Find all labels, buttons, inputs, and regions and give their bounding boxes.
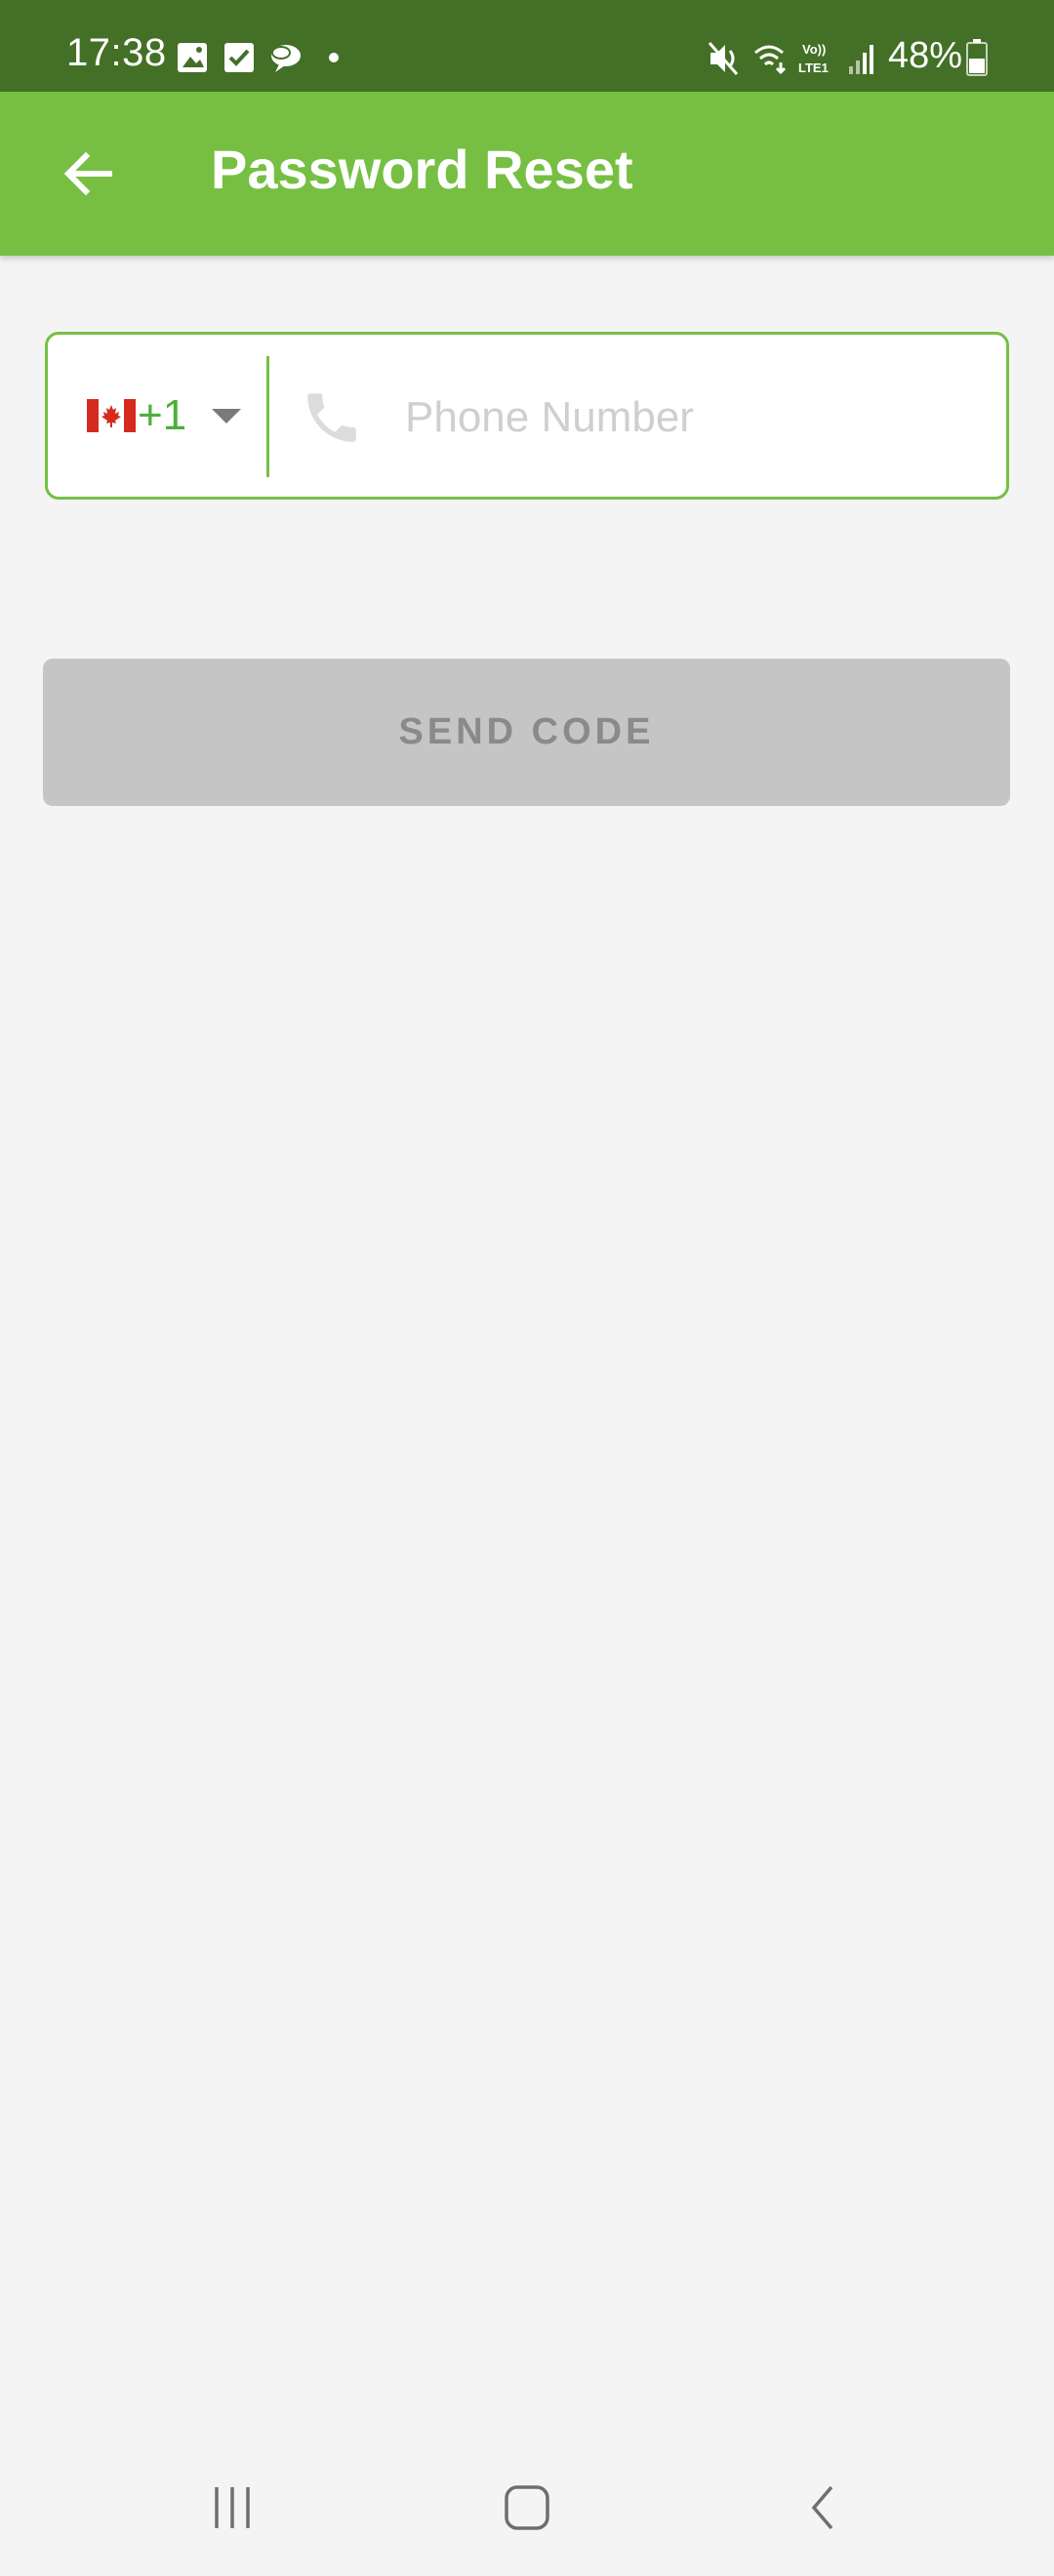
- mute-icon: [708, 42, 739, 75]
- wifi-icon: [754, 45, 787, 75]
- recent-apps-button[interactable]: [174, 2459, 291, 2556]
- image-icon: [178, 43, 207, 72]
- home-button[interactable]: [468, 2459, 586, 2556]
- recent-apps-icon: [215, 2487, 250, 2528]
- svg-text:LTE1: LTE1: [798, 60, 829, 75]
- send-code-button[interactable]: SEND CODE: [43, 659, 1010, 806]
- phone-icon: [307, 393, 356, 442]
- checkbox-icon: [224, 43, 254, 72]
- chat-icon: [271, 45, 301, 72]
- phone-number-input[interactable]: [405, 374, 981, 462]
- home-icon: [505, 2485, 549, 2530]
- system-back-button[interactable]: [766, 2459, 883, 2556]
- svg-text:Vo)): Vo)): [802, 42, 826, 57]
- country-code-picker[interactable]: +1: [87, 335, 302, 497]
- arrow-left-icon: [63, 151, 112, 196]
- dot-icon: [329, 53, 339, 62]
- phone-number-field: +1: [45, 332, 1009, 500]
- canada-flag-icon: [87, 399, 136, 432]
- status-bar: 17:38 Vo)) LTE1 48%: [0, 0, 1054, 92]
- battery-icon: [966, 39, 988, 76]
- signal-icon: [849, 45, 873, 74]
- system-nav-bar: [0, 2439, 1054, 2576]
- battery-percent: 48%: [888, 35, 963, 76]
- back-button[interactable]: [39, 125, 137, 222]
- back-icon: [811, 2485, 833, 2530]
- system-icons: Vo)) LTE1: [708, 42, 873, 75]
- status-time: 17:38: [66, 31, 167, 74]
- country-code: +1: [138, 391, 187, 439]
- notification-icons: [178, 43, 339, 72]
- volte-icon: Vo)) LTE1: [798, 42, 829, 75]
- page-title: Password Reset: [211, 139, 633, 200]
- chevron-down-icon: [212, 409, 242, 423]
- field-divider: [266, 356, 269, 477]
- app-bar: Password Reset: [0, 92, 1054, 256]
